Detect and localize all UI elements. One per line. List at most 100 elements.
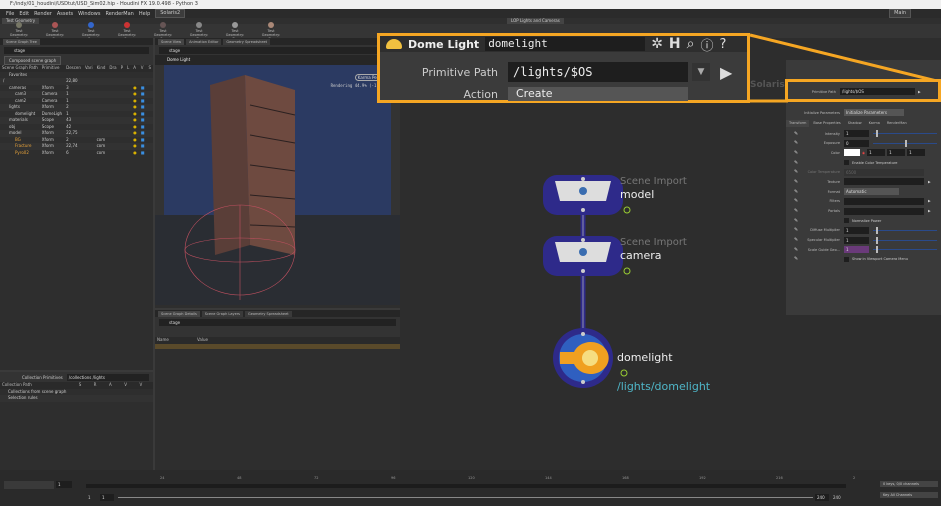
cell — [83, 150, 95, 157]
range-start-field[interactable]: 1 — [100, 494, 114, 501]
param-field[interactable]: 1 — [844, 246, 869, 254]
param-field[interactable] — [844, 207, 924, 215]
primitive-path-field[interactable]: /lights/$OS — [508, 62, 688, 82]
pencil-icon[interactable]: ✎ — [794, 256, 800, 262]
checkbox[interactable] — [844, 160, 849, 166]
checkbox[interactable] — [844, 256, 849, 262]
viewport[interactable]: Karma Persp Rendering 44.9% (-1:22) — [155, 65, 400, 305]
select-arrow-icon[interactable]: ▶ — [928, 199, 931, 203]
tab-scene-view[interactable]: Scene View — [158, 39, 185, 45]
color-b-field[interactable]: 1 — [907, 149, 926, 157]
visible-icon: ■ — [140, 143, 145, 148]
node-name-label[interactable]: camera — [620, 249, 662, 262]
select-arrow-icon[interactable]: ▶ — [928, 180, 931, 184]
color-swatch[interactable] — [844, 149, 860, 157]
tab-karma[interactable]: Karma — [865, 119, 883, 127]
primitive-path-field[interactable]: /lights/$OS — [840, 88, 915, 96]
param-slider[interactable] — [873, 139, 937, 147]
active-icon: ● — [133, 149, 137, 155]
info-icon[interactable]: ⓘ — [700, 35, 713, 54]
color-r-field[interactable]: 1 — [867, 149, 886, 157]
col-path[interactable]: Scene Graph Path — [0, 65, 40, 72]
param-slider[interactable] — [873, 130, 937, 138]
tab-transform[interactable]: Transform — [786, 119, 810, 127]
path-field[interactable]: stage — [4, 46, 149, 54]
tab-scene-graph-tree[interactable]: Scene Graph Tree — [3, 39, 40, 45]
slider-handle[interactable] — [876, 246, 879, 254]
menu-file[interactable]: File — [6, 11, 14, 17]
key-all-channels-button[interactable]: Key All Channels — [880, 492, 938, 498]
tab-scene-graph-details[interactable]: Scene Graph Details — [158, 311, 200, 317]
slider-handle[interactable] — [876, 130, 879, 138]
range-start[interactable]: 1 — [88, 495, 91, 500]
search-icon[interactable]: ⌕ — [687, 36, 695, 52]
param-field[interactable]: 1 — [844, 226, 869, 234]
timeline-bar[interactable] — [86, 484, 846, 488]
help-icon[interactable]: ? — [720, 37, 727, 52]
menu-render[interactable]: Render — [34, 11, 52, 17]
visible-icon: ■ — [140, 84, 145, 90]
param-slider[interactable] — [873, 236, 937, 244]
param-field[interactable] — [844, 197, 924, 205]
range-end[interactable]: 240 — [833, 495, 841, 500]
select-arrow-icon[interactable]: ▶ — [720, 63, 732, 82]
range-end-field[interactable]: 240 — [815, 494, 829, 501]
node-name-field[interactable]: domelight — [485, 37, 646, 51]
slider-handle[interactable] — [876, 236, 879, 244]
keys-channels-button[interactable]: 0 keys, 0/0 channels — [880, 481, 938, 487]
param-field[interactable]: 1 — [844, 130, 869, 138]
path-field[interactable]: stage — [159, 46, 396, 54]
pencil-icon[interactable]: ✎ — [794, 160, 800, 166]
path-field[interactable]: stage — [159, 318, 396, 326]
range-slider[interactable] — [118, 497, 813, 498]
node-type-label: Scene Import — [620, 176, 687, 187]
select-arrow-icon[interactable]: ▶ — [928, 209, 931, 213]
menu-windows[interactable]: Windows — [78, 11, 100, 17]
param-field[interactable]: 0 — [844, 139, 869, 147]
collections-field[interactable]: /collections /lights — [66, 373, 149, 381]
tab-scene-graph-layers[interactable]: Scene Graph Layers — [201, 311, 243, 317]
col-descendants[interactable]: Descen — [64, 65, 83, 72]
tab-renderman[interactable]: RenderMan — [883, 119, 910, 127]
collection-item[interactable]: Selection rules — [0, 395, 153, 402]
scene-graph-mode-select[interactable]: Composed scene graph — [4, 55, 62, 65]
gear-icon[interactable]: ✲ — [651, 36, 663, 52]
select-arrow-icon[interactable]: ▶ — [918, 90, 921, 94]
desktop-right-select[interactable]: Main — [889, 9, 911, 18]
playback-controls[interactable] — [4, 481, 54, 489]
param-field[interactable]: 1 — [844, 236, 869, 244]
collections-pane: Collection Primitives/collections /light… — [0, 372, 153, 470]
desktop-select[interactable]: Solaris2 — [155, 9, 186, 18]
timeline-tick-label: 48 — [237, 476, 242, 480]
param-field[interactable]: Automatic — [844, 188, 899, 196]
slider-handle[interactable] — [905, 139, 907, 147]
color-wheel-icon[interactable]: ◉ — [862, 151, 865, 155]
pencil-icon[interactable]: ✎ — [794, 218, 800, 224]
init-params-select[interactable]: Initialize Parameters — [844, 109, 904, 117]
menu-renderman[interactable]: RenderMan — [105, 11, 133, 17]
menu-help[interactable]: Help — [139, 11, 150, 17]
node-name-label[interactable]: model — [620, 188, 654, 201]
tab-geometry-spreadsheet[interactable]: Geometry Spreadsheet — [244, 311, 292, 317]
param-field[interactable] — [844, 178, 924, 186]
current-frame-field[interactable]: 1 — [56, 481, 72, 488]
action-select[interactable]: Create — [508, 87, 688, 101]
param-slider[interactable] — [873, 226, 937, 234]
hda-icon[interactable]: H — [669, 36, 681, 52]
table-row[interactable]: Pyro02 Xform 6 com ● ■ — [0, 150, 153, 157]
menu-edit[interactable]: Edit — [19, 11, 29, 17]
details-row[interactable] — [155, 343, 400, 349]
color-g-field[interactable]: 1 — [887, 149, 906, 157]
slider-handle[interactable] — [876, 226, 879, 234]
menu-assets[interactable]: Assets — [57, 11, 73, 17]
node-name-label[interactable]: domelight — [617, 351, 673, 364]
dropdown-icon[interactable]: ▼ — [692, 63, 710, 81]
tab-base-properties[interactable]: Base Properties — [810, 119, 844, 127]
checkbox[interactable] — [844, 218, 849, 224]
tab-shadow[interactable]: Shadow — [844, 119, 865, 127]
active-icon: ● — [133, 136, 137, 142]
param-field[interactable]: 6500 — [844, 168, 924, 176]
tab-animation-editor[interactable]: Animation Editor — [186, 39, 222, 45]
tab-geometry-spreadsheet[interactable]: Geometry Spreadsheet — [223, 39, 271, 45]
param-slider[interactable] — [873, 246, 937, 254]
